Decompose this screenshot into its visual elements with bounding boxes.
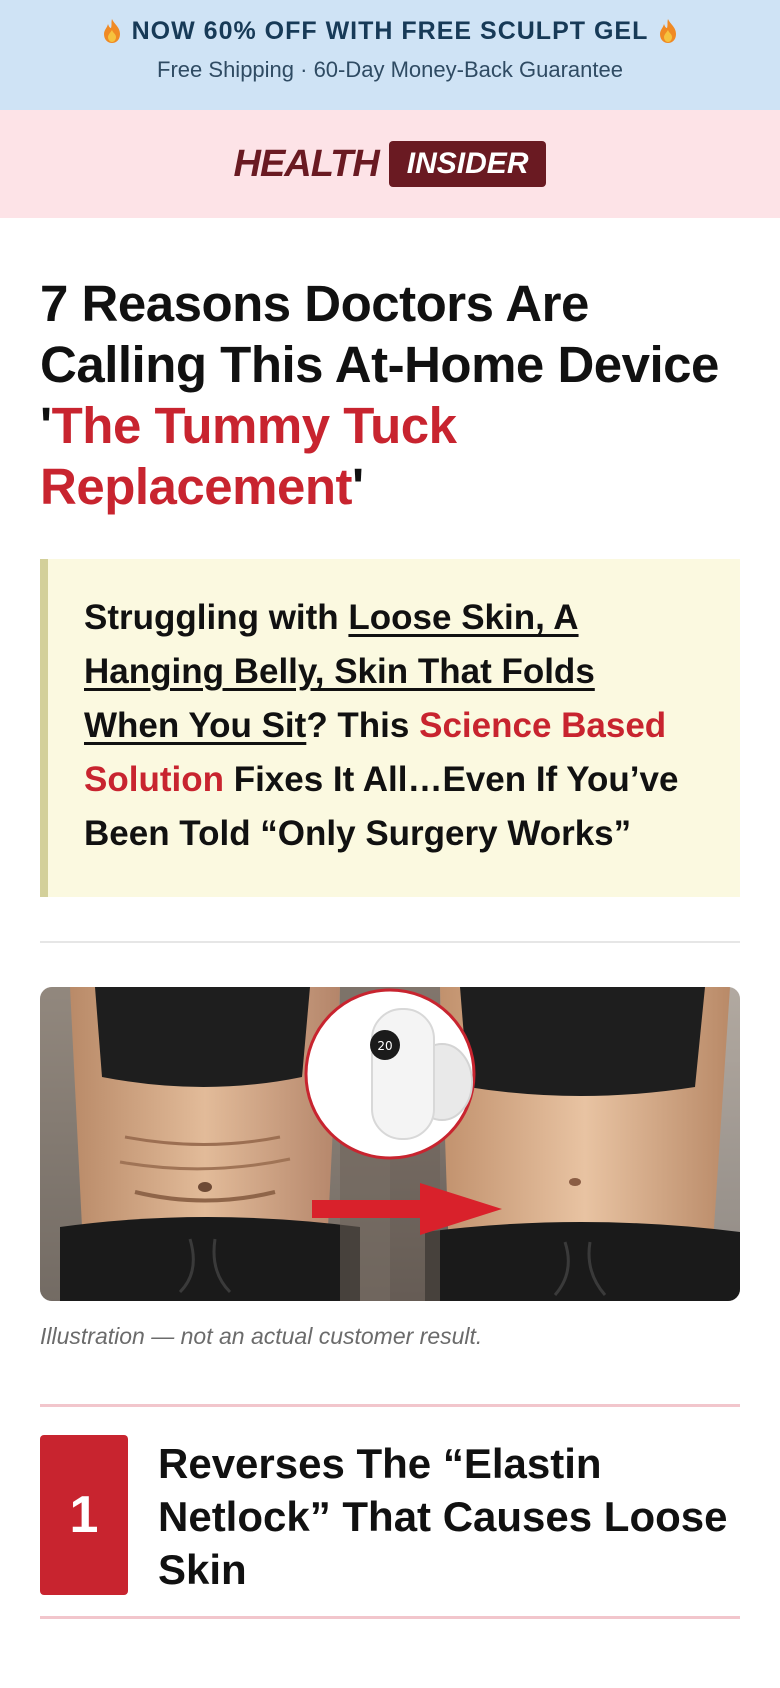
headline-close-quote: ' — [351, 458, 364, 515]
article-body: 7 Reasons Doctors Are Calling This At-Ho… — [0, 273, 780, 1619]
fire-icon — [658, 18, 678, 44]
promo-banner: NOW 60% OFF WITH FREE SCULPT GEL Free Sh… — [0, 0, 780, 110]
promo-headline-row: NOW 60% OFF WITH FREE SCULPT GEL — [0, 14, 780, 48]
reason-divider-top — [40, 1404, 740, 1407]
article-headline: 7 Reasons Doctors Are Calling This At-Ho… — [40, 273, 740, 517]
image-caption: Illustration — not an actual customer re… — [40, 1323, 483, 1349]
brand-logo-insider[interactable]: INSIDER — [388, 141, 547, 187]
headline-highlight: The Tummy Tuck Replacement — [40, 397, 457, 515]
fire-icon — [102, 18, 122, 44]
section-divider — [40, 941, 740, 943]
device-display-text: 20 — [377, 1039, 392, 1053]
intro-callout: Struggling with Loose Skin, A Hanging Be… — [40, 559, 740, 897]
reason-item: 1 Reverses The “Elastin Netlock” That Ca… — [40, 1435, 740, 1596]
reason-number-badge: 1 — [40, 1435, 128, 1595]
before-after-image: 20 — [40, 987, 740, 1301]
reason-title: Reverses The “Elastin Netlock” That Caus… — [158, 1440, 728, 1593]
promo-subline: Free Shipping · 60-Day Money-Back Guaran… — [157, 57, 623, 82]
callout-mid: ? This — [306, 706, 420, 745]
callout-lead: Struggling with — [84, 598, 349, 637]
brand-logo-health[interactable]: HEALTH — [234, 143, 380, 186]
reason-divider-bottom — [40, 1616, 740, 1619]
brand-header: HEALTH INSIDER — [0, 110, 780, 218]
promo-headline: NOW 60% OFF WITH FREE SCULPT GEL — [131, 16, 649, 45]
